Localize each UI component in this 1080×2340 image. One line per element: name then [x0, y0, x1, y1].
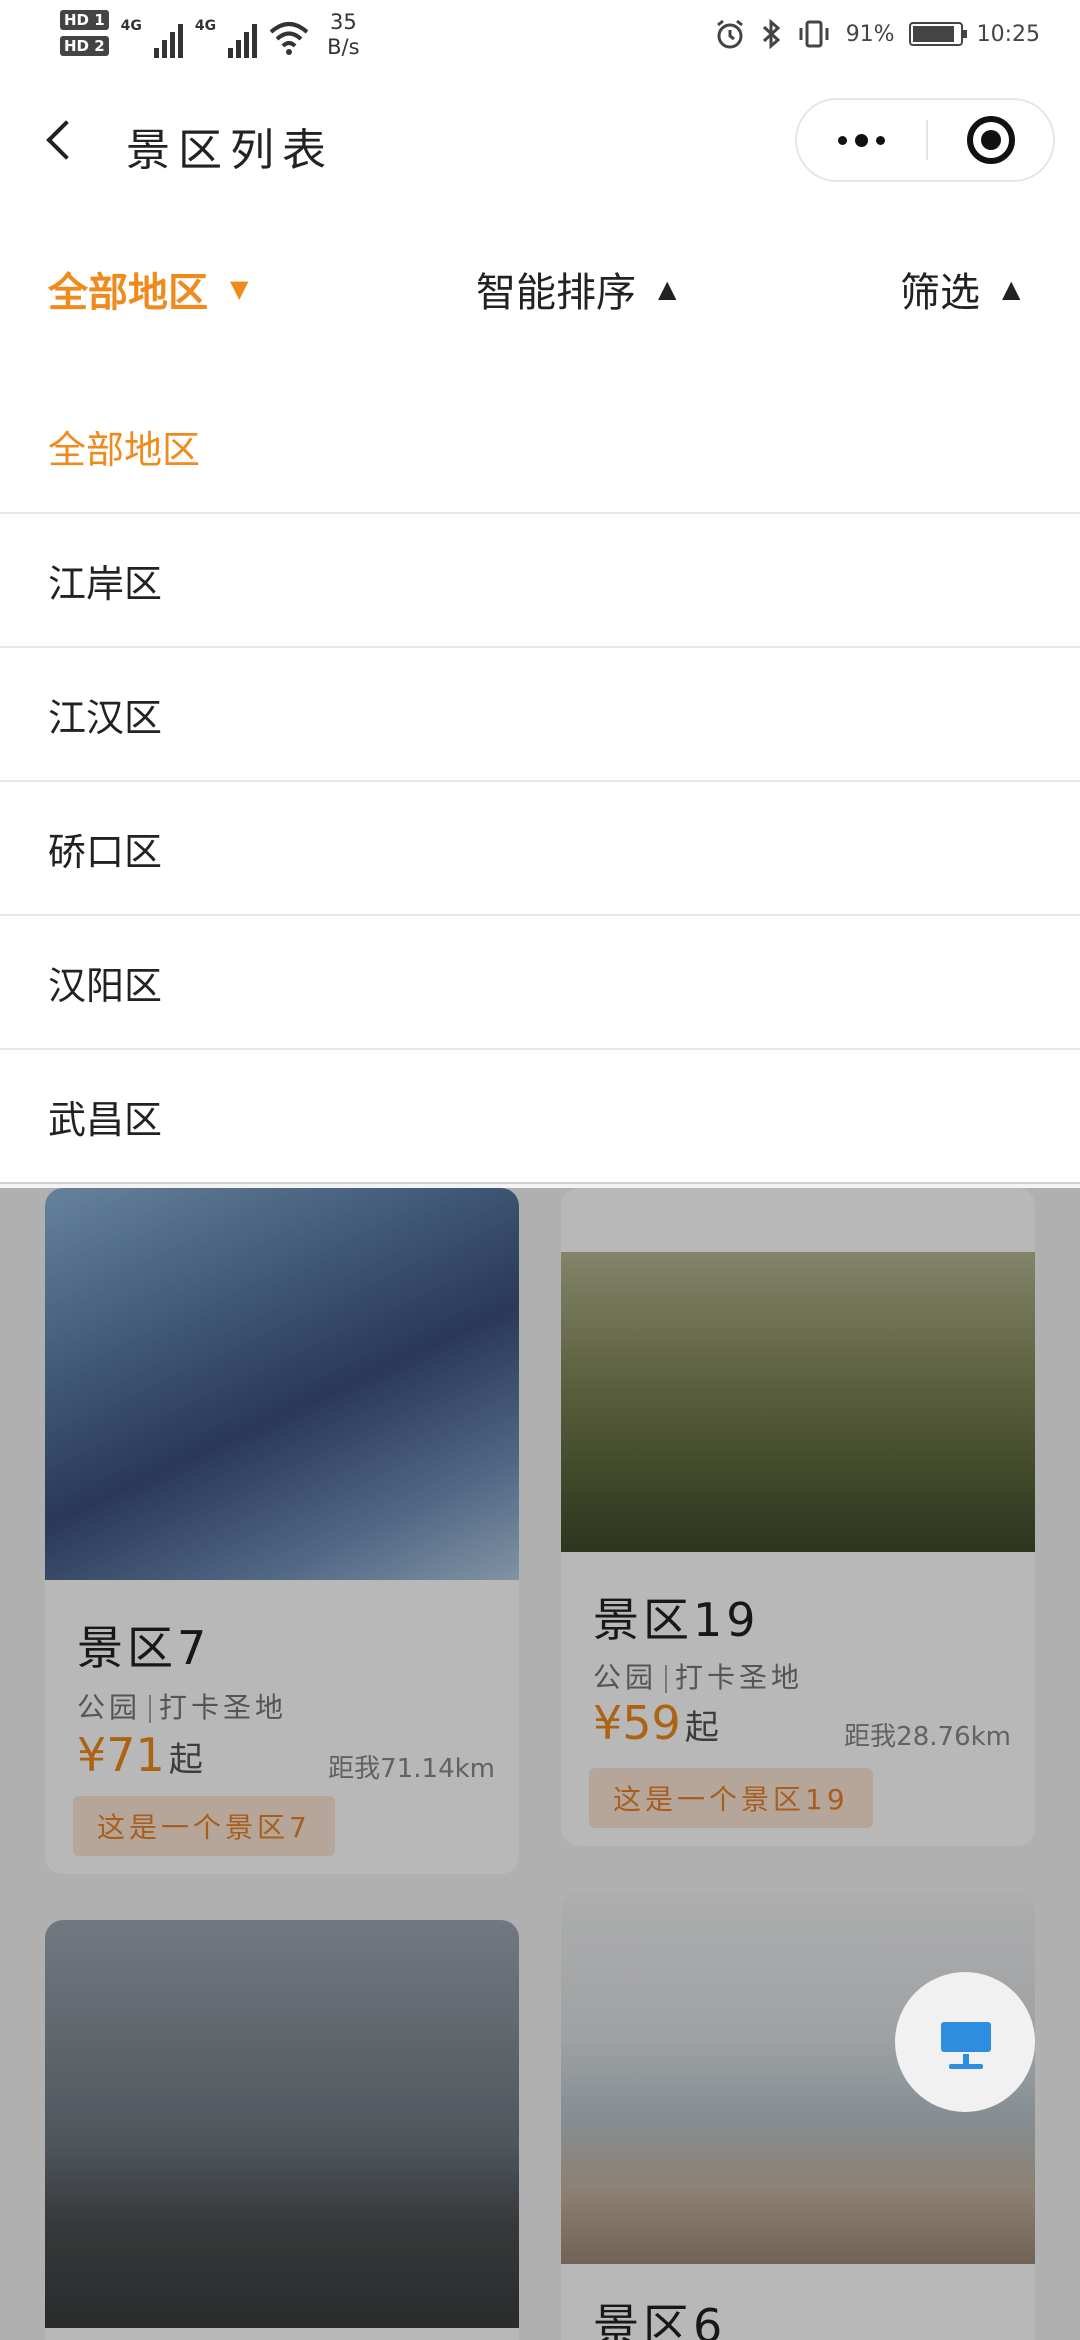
tab-filter-label: 筛选: [900, 270, 980, 316]
tab-sort[interactable]: 智能排序 ▲: [476, 260, 676, 318]
signal1-icon: [153, 16, 183, 58]
triangle-down-icon: ▼: [230, 275, 249, 303]
status-bar: HD 1 HD 2 4G 4G 35 B/s 91% 10:25: [0, 0, 1080, 80]
vibrate-icon: [799, 20, 829, 48]
back-button[interactable]: [38, 112, 88, 168]
more-dot-icon: [837, 135, 847, 145]
tab-region[interactable]: 全部地区 ▼: [48, 260, 248, 318]
capsule-divider: [926, 120, 928, 160]
region-option[interactable]: 汉阳区: [0, 916, 1080, 1050]
sim1-badge: HD 1: [60, 10, 109, 30]
dropdown-mask[interactable]: [0, 1188, 1080, 2340]
tab-filter[interactable]: 筛选 ▲: [900, 260, 1020, 318]
triangle-up-icon: ▲: [658, 275, 677, 303]
sim2-badge: HD 2: [60, 36, 109, 56]
more-dot-icon: [875, 135, 885, 145]
signal1-type: 4G: [120, 18, 142, 34]
filter-bar: 全部地区 ▼ 智能排序 ▲ 筛选 ▲: [0, 200, 1080, 380]
more-dot-icon: [854, 133, 868, 147]
region-option[interactable]: 全部地区: [0, 380, 1080, 514]
region-option[interactable]: 硚口区: [0, 782, 1080, 916]
tab-region-label: 全部地区: [48, 270, 208, 316]
status-right: 91% 10:25: [714, 18, 1040, 50]
battery-fill: [912, 26, 955, 42]
wifi-icon: [269, 22, 309, 55]
page-title: 景区列表: [126, 125, 334, 176]
miniprogram-capsule: [795, 98, 1055, 182]
close-miniprogram-button[interactable]: [967, 116, 1015, 164]
battery-icon: [908, 22, 967, 46]
region-option[interactable]: 江汉区: [0, 648, 1080, 782]
monitor-icon: [941, 2022, 991, 2052]
alarm-icon: [716, 19, 743, 49]
status-left: HD 1 HD 2 4G 4G 35 B/s: [60, 10, 360, 60]
floating-button[interactable]: [895, 1972, 1035, 2112]
network-speed: 35 B/s: [327, 10, 359, 60]
signal2-type: 4G: [194, 18, 217, 34]
signal2-icon: [228, 16, 258, 58]
network-speed-value: 35: [329, 10, 357, 34]
network-speed-unit: B/s: [327, 35, 360, 59]
title-bar: 景区列表: [0, 80, 1080, 200]
region-option[interactable]: 江岸区: [0, 514, 1080, 648]
tab-sort-label: 智能排序: [476, 270, 636, 316]
clock: 10:25: [976, 21, 1040, 47]
region-dropdown: 全部地区 江岸区 江汉区 硚口区 汉阳区 武昌区: [0, 380, 1080, 1184]
monitor-base: [949, 2064, 983, 2069]
region-option[interactable]: 武昌区: [0, 1050, 1080, 1184]
more-button[interactable]: [797, 100, 925, 180]
triangle-up-icon: ▲: [1002, 275, 1021, 303]
sim-indicators: HD 1 HD 2: [60, 10, 109, 56]
battery-percent: 91%: [845, 21, 895, 47]
bluetooth-icon: [762, 18, 780, 50]
